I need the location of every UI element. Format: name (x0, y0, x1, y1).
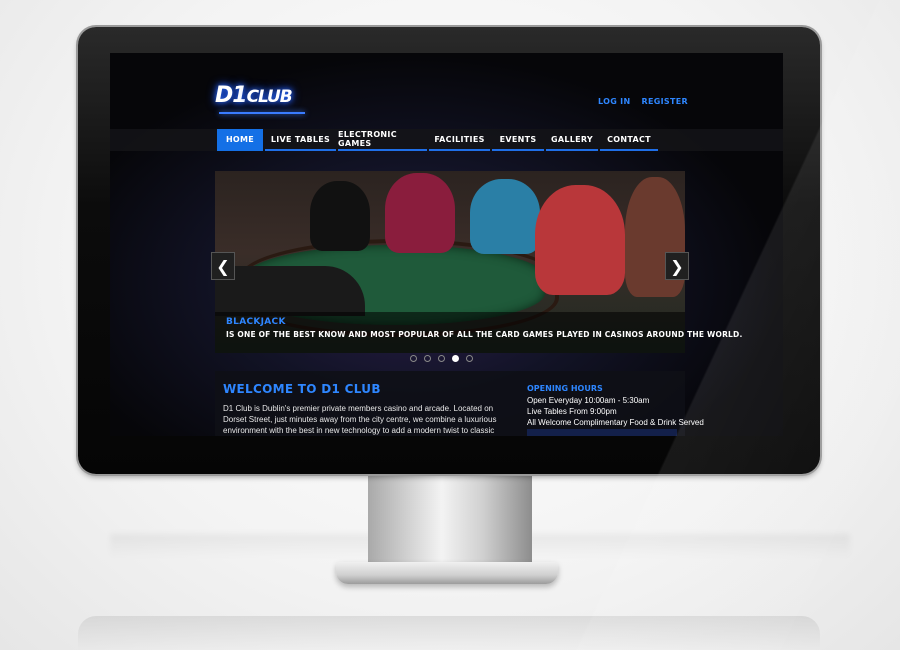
slider-next-button[interactable]: ❯ (665, 252, 689, 280)
welcome-text: D1 Club is Dublin's premier private memb… (223, 404, 497, 435)
chevron-right-icon: ❯ (670, 256, 684, 276)
player-figure (310, 181, 370, 251)
monitor-reflection (78, 616, 820, 650)
main-nav: HOME LIVE TABLES ELECTRONIC GAMES FACILI… (217, 129, 658, 151)
slider-dot[interactable] (466, 355, 473, 362)
login-link[interactable]: LOG IN (598, 97, 630, 106)
nav-events[interactable]: EVENTS (492, 129, 544, 151)
slider-dot[interactable] (438, 355, 445, 362)
slider-dot-active[interactable] (452, 355, 459, 362)
player-figure (385, 173, 455, 253)
register-link[interactable]: REGISTER (642, 97, 688, 106)
opening-hours-title: OPENING HOURS (527, 384, 603, 393)
nav-electronic-games[interactable]: ELECTRONIC GAMES (338, 129, 427, 151)
player-figure (535, 185, 625, 295)
welcome-title: WELCOME TO D1 CLUB (223, 382, 381, 396)
slider-dot[interactable] (424, 355, 431, 362)
monitor-screen: D1CLUB LOG IN REGISTER HOME LIVE TABLES … (110, 53, 783, 436)
logo-text: D1CLUB (215, 83, 293, 108)
nav-facilities[interactable]: FACILITIES (429, 129, 490, 151)
slide-description: IS ONE OF THE BEST KNOW AND MOST POPULAR… (226, 330, 743, 339)
nav-live-tables[interactable]: LIVE TABLES (265, 129, 336, 151)
slider-prev-button[interactable]: ❮ (211, 252, 235, 280)
hours-line: Live Tables From 9:00pm (527, 407, 617, 416)
slider-pagination (410, 355, 473, 362)
auth-links: LOG IN REGISTER (598, 97, 696, 106)
player-figure (470, 179, 540, 254)
hours-line: All Welcome Complimentary Food & Drink S… (527, 418, 704, 427)
nav-home[interactable]: HOME (217, 129, 263, 151)
hours-line: Open Everyday 10:00am - 5:30am (527, 396, 650, 405)
slide-title: BLACKJACK (226, 317, 286, 327)
nav-contact[interactable]: CONTACT (600, 129, 658, 151)
logo-underline (219, 112, 305, 114)
dealer-shoe (215, 266, 365, 316)
chevron-left-icon: ❮ (216, 256, 230, 276)
d1-club-logo[interactable]: D1CLUB (215, 79, 305, 119)
monitor-stand-base (336, 562, 558, 584)
nav-gallery[interactable]: GALLERY (546, 129, 598, 151)
hours-banner (527, 429, 677, 436)
monitor-stand-neck (368, 474, 532, 570)
slider-dot[interactable] (410, 355, 417, 362)
